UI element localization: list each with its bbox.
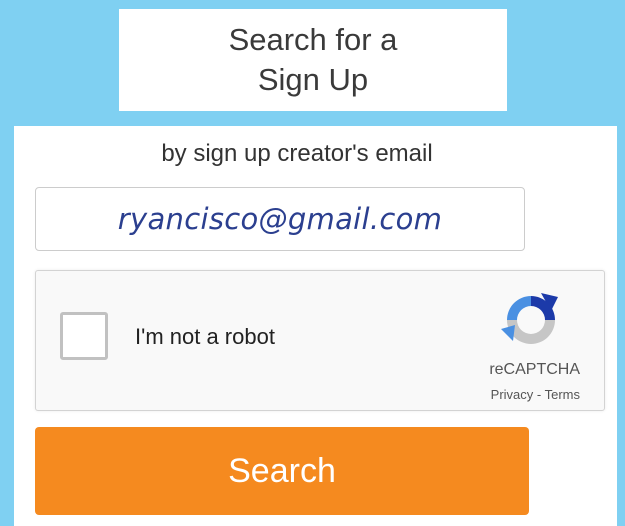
privacy-link[interactable]: Privacy <box>491 387 534 402</box>
captcha-checkbox[interactable] <box>60 312 108 360</box>
search-panel: by sign up creator's email ryancisco@gma… <box>14 126 617 526</box>
email-field[interactable]: ryancisco@gmail.com <box>35 187 525 251</box>
title-box: Search for a Sign Up <box>119 9 507 111</box>
link-separator: - <box>533 387 545 402</box>
terms-link[interactable]: Terms <box>545 387 580 402</box>
recaptcha-widget: I'm not a robot reCAPTCHA Privacy - Term… <box>35 270 605 411</box>
recaptcha-logo-icon <box>501 293 558 344</box>
captcha-label: I'm not a robot <box>135 324 275 349</box>
page-title: Search for a Sign Up <box>228 22 398 97</box>
search-button[interactable]: Search <box>35 427 529 515</box>
search-subtitle: by sign up creator's email <box>161 140 433 167</box>
captcha-brand: reCAPTCHA <box>489 361 580 378</box>
captcha-links: Privacy - Terms <box>491 387 580 402</box>
